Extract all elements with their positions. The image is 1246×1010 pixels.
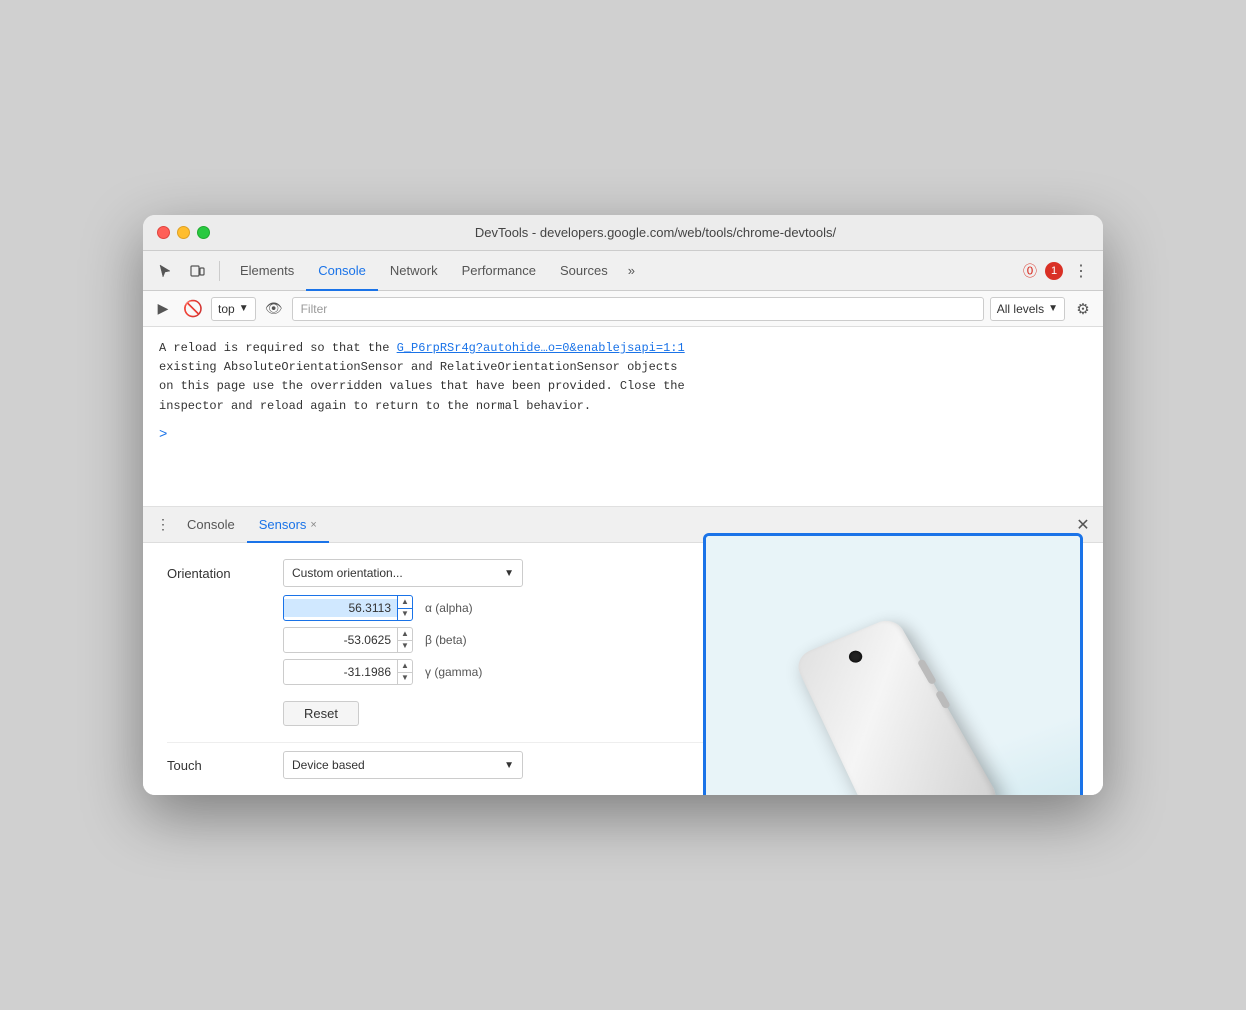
context-select[interactable]: top ▼ [211,297,256,321]
bottom-panel: ⋮ Console Sensors × ✕ Orientation Custom… [143,507,1103,795]
tab-elements[interactable]: Elements [228,252,306,291]
phone-camera [847,649,865,665]
console-output: A reload is required so that the G_P6rpR… [143,327,1103,507]
touch-dropdown-chevron: ▼ [504,760,514,771]
phone-side-button [917,659,937,685]
gamma-spinners: ▲ ▼ [397,660,412,684]
alpha-increment[interactable]: ▲ [398,596,412,609]
sensors-tab-close[interactable]: × [310,519,316,531]
device-toggle-icon[interactable] [183,257,211,285]
title-bar: DevTools - developers.google.com/web/too… [143,215,1103,251]
separator [219,261,220,281]
run-icon[interactable]: ▶ [151,297,175,321]
orientation-label: Orientation [167,566,267,581]
beta-increment[interactable]: ▲ [398,628,412,641]
alpha-input[interactable]: 56.3113 ▲ ▼ [283,595,413,621]
tab-sources[interactable]: Sources [548,252,620,291]
chevron-down-icon-levels: ▼ [1048,303,1058,314]
phone-viz-overlay [703,533,1083,795]
panel-menu-button[interactable]: ⋮ [151,513,175,537]
gamma-increment[interactable]: ▲ [398,660,412,673]
console-message: A reload is required so that the G_P6rpR… [159,339,1087,358]
gamma-decrement[interactable]: ▼ [398,673,412,685]
tab-performance[interactable]: Performance [450,252,548,291]
tab-list: Elements Console Network Performance Sou… [228,251,643,290]
phone-3d-model [793,616,1004,795]
chevron-down-icon: ▼ [239,303,249,314]
close-button[interactable] [157,226,170,239]
alpha-spinners: ▲ ▼ [397,596,412,620]
beta-label: β (beta) [425,633,467,647]
window-title: DevTools - developers.google.com/web/too… [222,225,1089,240]
console-message-line2: on this page use the overridden values t… [159,377,1087,396]
gamma-input[interactable]: -31.1986 ▲ ▼ [283,659,413,685]
traffic-lights [157,226,210,239]
panel-tab-console[interactable]: Console [175,507,247,542]
more-tabs-button[interactable]: » [620,251,643,290]
panel-tab-sensors[interactable]: Sensors × [247,508,329,543]
gamma-label: γ (gamma) [425,665,482,679]
tab-console[interactable]: Console [306,252,378,291]
console-filter-bar: ▶ 🚫 top ▼ 👁 Filter All levels ▼ ⚙ [143,291,1103,327]
error-badge: 1 [1045,262,1063,280]
touch-dropdown[interactable]: Device based ▼ [283,751,523,779]
reset-button[interactable]: Reset [283,701,359,726]
devtools-toolbar: Elements Console Network Performance Sou… [143,251,1103,291]
cursor-icon[interactable] [151,257,179,285]
beta-decrement[interactable]: ▼ [398,641,412,653]
console-prompt[interactable]: > [159,424,1087,446]
toolbar-end: ⓪ 1 ⋮ [1023,257,1095,285]
touch-label: Touch [167,758,267,773]
console-link[interactable]: G_P6rpRSr4g?autohide…o=0&enablejsapi=1:1 [397,341,685,355]
alpha-decrement[interactable]: ▼ [398,609,412,621]
beta-input[interactable]: -53.0625 ▲ ▼ [283,627,413,653]
phone-viz-inner [706,536,1080,795]
eye-icon[interactable]: 👁 [262,297,286,321]
more-options-button[interactable]: ⋮ [1067,257,1095,285]
settings-icon[interactable]: ⚙ [1071,297,1095,321]
dropdown-chevron-icon: ▼ [504,568,514,579]
error-icon: ⓪ [1023,261,1037,281]
minimize-button[interactable] [177,226,190,239]
phone-side-button2 [935,690,951,709]
block-icon[interactable]: 🚫 [181,297,205,321]
console-message-continuation: existing AbsoluteOrientationSensor and R… [159,358,1087,377]
devtools-window: DevTools - developers.google.com/web/too… [143,215,1103,795]
maximize-button[interactable] [197,226,210,239]
filter-input[interactable]: Filter [292,297,984,321]
levels-select[interactable]: All levels ▼ [990,297,1065,321]
sensors-content: Orientation Custom orientation... ▼ 56.3… [143,543,1103,795]
beta-spinners: ▲ ▼ [397,628,412,652]
console-message-line3: inspector and reload again to return to … [159,397,1087,416]
tab-network[interactable]: Network [378,252,450,291]
phone-body [793,616,1004,795]
orientation-dropdown[interactable]: Custom orientation... ▼ [283,559,523,587]
alpha-label: α (alpha) [425,601,473,615]
